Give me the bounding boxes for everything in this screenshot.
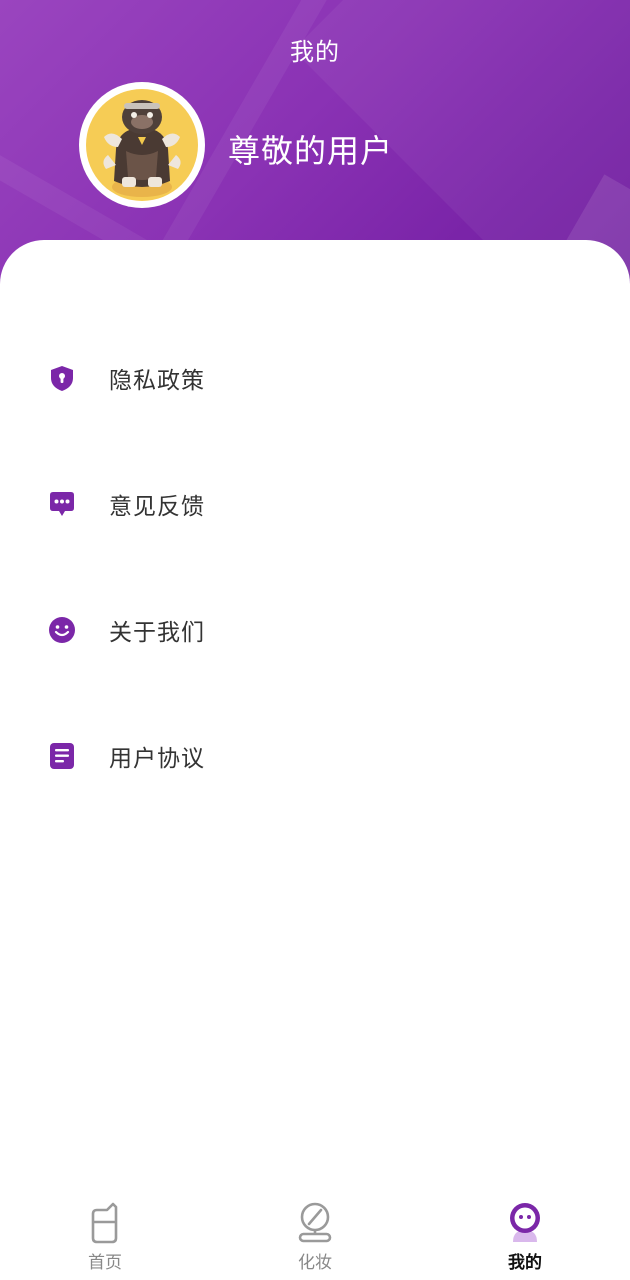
user-name: 尊敬的用户 bbox=[228, 132, 394, 170]
tab-label: 我的 bbox=[508, 1253, 542, 1273]
menu-card: 隐私政策 意见反馈 关于我们 用户协议 bbox=[0, 240, 630, 1200]
shield-lock-icon bbox=[47, 363, 77, 393]
tab-mine[interactable]: 我的 bbox=[455, 1190, 595, 1280]
chat-bubble-icon bbox=[47, 489, 77, 519]
menu-item-feedback[interactable]: 意见反馈 bbox=[0, 469, 630, 539]
bottom-tab-bar: 首页 化妆 我的 bbox=[0, 1190, 630, 1280]
tab-label: 首页 bbox=[88, 1253, 122, 1273]
mirror-icon bbox=[295, 1200, 335, 1244]
menu-item-label: 关于我们 bbox=[109, 620, 205, 646]
profile-page: 我的 尊敬的用户 隐私政策 意见反馈 关于我们 用户协议 首页 化妆 我的 bbox=[0, 0, 630, 1280]
tab-home[interactable]: 首页 bbox=[35, 1190, 175, 1280]
avatar[interactable] bbox=[79, 82, 205, 208]
document-icon bbox=[47, 741, 77, 771]
page-title: 我的 bbox=[290, 38, 340, 66]
tab-makeup[interactable]: 化妆 bbox=[245, 1190, 385, 1280]
menu-item-label: 意见反馈 bbox=[109, 494, 205, 520]
menu-item-about-us[interactable]: 关于我们 bbox=[0, 595, 630, 665]
menu-item-label: 隐私政策 bbox=[109, 368, 205, 394]
tab-label: 化妆 bbox=[298, 1253, 332, 1273]
menu-item-label: 用户协议 bbox=[109, 746, 205, 772]
home-cup-icon bbox=[85, 1200, 125, 1244]
user-robot-icon bbox=[505, 1200, 545, 1244]
menu-item-user-agreement[interactable]: 用户协议 bbox=[0, 721, 630, 791]
avatar-image bbox=[86, 89, 198, 201]
smile-face-icon bbox=[47, 615, 77, 645]
menu-item-privacy-policy[interactable]: 隐私政策 bbox=[0, 343, 630, 413]
